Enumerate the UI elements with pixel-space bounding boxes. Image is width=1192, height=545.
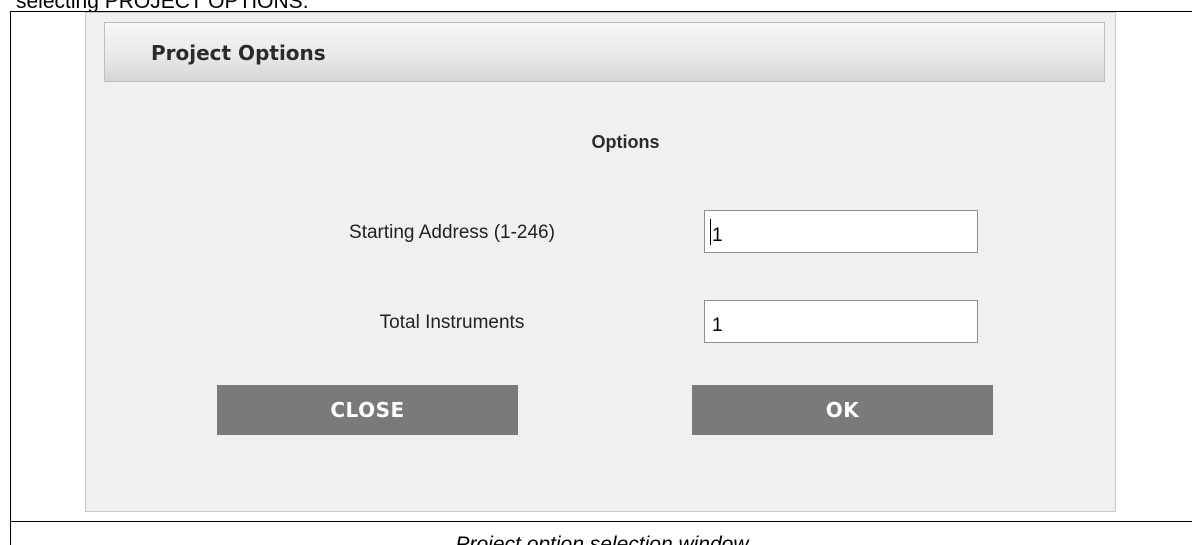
figure-caption: Project option selection window (455, 533, 749, 545)
close-button[interactable]: CLOSE (217, 385, 518, 435)
total-instruments-label: Total Instruments (379, 312, 525, 333)
starting-address-input[interactable] (704, 210, 978, 253)
dialog-header: Project Options (104, 22, 1105, 82)
total-instruments-input[interactable] (704, 300, 978, 343)
document-page: selecting PROJECT OPTIONS. Project optio… (0, 0, 1192, 545)
starting-address-label: Starting Address (1-246) (349, 222, 555, 243)
ok-button[interactable]: OK (692, 385, 993, 435)
dialog-title: Project Options (151, 41, 326, 65)
project-options-dialog: Project Options Options Starting Address… (85, 12, 1116, 512)
options-section-title: Options (591, 132, 660, 152)
table-row-divider (10, 521, 1192, 522)
text-cursor (710, 219, 711, 245)
